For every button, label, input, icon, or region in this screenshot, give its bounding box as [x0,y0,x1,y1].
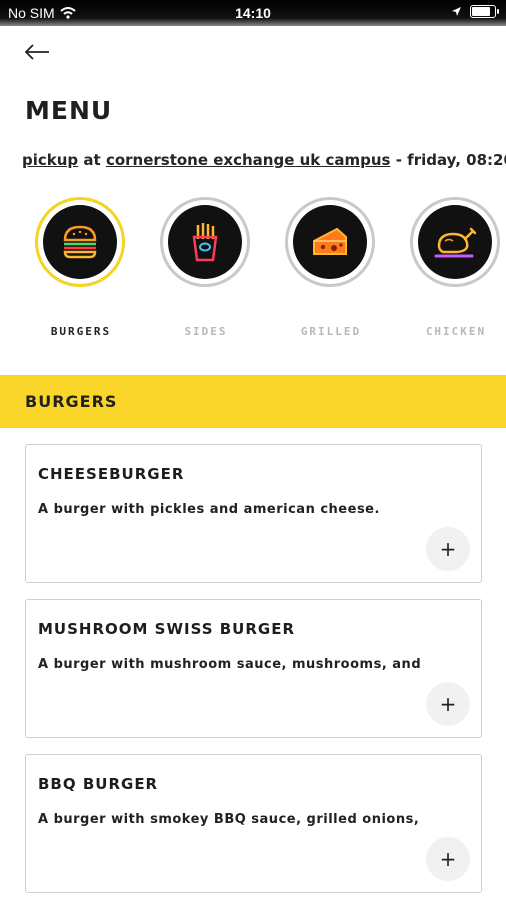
category-sides[interactable]: SIDES [158,195,258,340]
arrow-left-icon [24,44,49,60]
item-description: A burger with pickles and american chees… [38,502,380,517]
back-button[interactable] [22,38,54,66]
plus-icon: + [439,847,457,871]
battery-icon [470,5,499,18]
category-ring [410,197,500,287]
item-name: BBQ BURGER [38,775,159,793]
item-description: A burger with mushroom sauce, mushrooms,… [38,657,422,672]
category-disc [43,205,117,279]
plus-icon: + [439,692,457,716]
category-burgers[interactable]: BURGERS [33,195,133,340]
cheese-icon [313,227,347,255]
category-label: GRILLED [300,325,362,338]
category-label: SIDES [184,325,228,338]
battery-fill [472,7,490,16]
status-right-group [451,5,499,18]
category-ring [285,197,375,287]
pickup-location-link[interactable]: cornerstone exchange uk campus [106,151,391,169]
category-label: CHICKEN [425,325,487,338]
menu-item-card[interactable]: MUSHROOM SWISS BURGER A burger with mush… [25,599,482,738]
item-description: A burger with smokey BBQ sauce, grilled … [38,812,420,827]
category-carousel[interactable]: BURGERS SIDES GRILLED CHICKEN [0,195,506,345]
fries-icon [192,223,218,262]
item-name: MUSHROOM SWISS BURGER [38,620,296,638]
add-item-button[interactable]: + [426,682,470,726]
pickup-mode-link[interactable]: pickup [22,151,78,169]
category-grilled[interactable]: GRILLED [283,195,383,340]
category-chicken[interactable]: CHICKEN [408,195,506,340]
category-disc [168,205,242,279]
location-arrow-icon [452,7,461,16]
status-time: 14:10 [235,5,271,21]
item-name: CHEESEBURGER [38,465,185,483]
category-disc [293,205,367,279]
menu-item-card[interactable]: CHEESEBURGER A burger with pickles and a… [25,444,482,583]
add-item-button[interactable]: + [426,837,470,881]
add-item-button[interactable]: + [426,527,470,571]
pickup-at-text: at [83,151,101,169]
category-label: BURGERS [50,325,112,338]
section-header: BURGERS [0,375,506,428]
section-title: BURGERS [25,392,118,411]
roast-chicken-icon [434,227,477,258]
category-ring [35,197,125,287]
status-bar: No SIM 14:10 [0,0,506,26]
category-ring [160,197,250,287]
page-title: MENU [25,96,113,125]
menu-item-card[interactable]: BBQ BURGER A burger with smokey BBQ sauc… [25,754,482,893]
pickup-time-text: - friday, 08:20 pm [395,151,506,169]
category-disc [418,205,492,279]
plus-icon: + [439,537,457,561]
burger-icon [63,225,97,259]
pickup-info: pickup at cornerstone exchange uk campus… [22,151,506,169]
